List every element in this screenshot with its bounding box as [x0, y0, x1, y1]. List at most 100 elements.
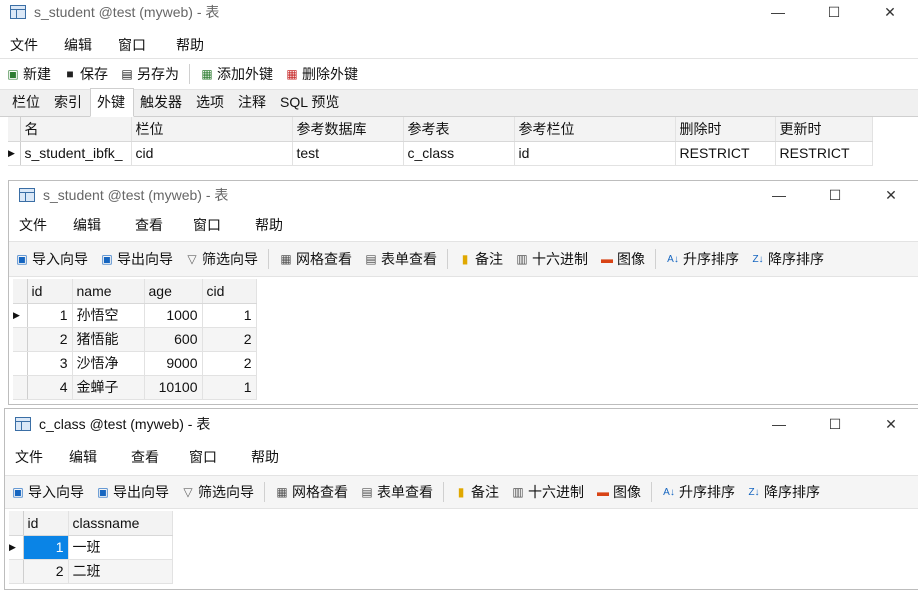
table-row[interactable]: 3 沙悟净 9000 2	[13, 351, 257, 376]
minimize-button[interactable]: —	[751, 181, 807, 209]
minimize-button[interactable]: —	[750, 0, 806, 24]
grid-view-button[interactable]: ▦ 网格查看	[269, 482, 354, 502]
sort-descending-button[interactable]: Z↓ 降序排序	[741, 482, 826, 502]
export-wizard-button[interactable]: ▣ 导出向导	[94, 249, 179, 269]
sort-descending-button[interactable]: Z↓ 降序排序	[745, 249, 830, 269]
table-row[interactable]: 2 猪悟能 600 2	[13, 327, 257, 352]
cell-name[interactable]: 孙悟空	[72, 303, 145, 328]
sort-ascending-button[interactable]: A↓ 升序排序	[660, 249, 745, 269]
hex-button[interactable]: ▥ 十六进制	[505, 482, 590, 502]
menu-window[interactable]: 窗口	[183, 215, 245, 235]
column-header-id[interactable]: id	[27, 279, 73, 304]
menu-view[interactable]: 查看	[125, 215, 183, 235]
table-cell[interactable]: test	[292, 141, 404, 166]
tab-triggers[interactable]: 触发器	[134, 89, 190, 116]
table-row[interactable]: ▶ 1 孙悟空 1000 1	[13, 303, 257, 328]
cell-age[interactable]: 9000	[144, 351, 203, 376]
filter-wizard-button[interactable]: ▽ 筛选向导	[175, 482, 260, 502]
column-header[interactable]: 名	[20, 117, 132, 142]
tab-fields[interactable]: 栏位	[0, 89, 48, 116]
cell-classname[interactable]: 二班	[68, 559, 173, 584]
column-header[interactable]: 参考栏位	[514, 117, 676, 142]
import-wizard-button[interactable]: ▣ 导入向导	[5, 482, 90, 502]
image-button[interactable]: ▬ 图像	[590, 482, 647, 502]
sort-ascending-button[interactable]: A↓ 升序排序	[656, 482, 741, 502]
column-header-id[interactable]: id	[23, 511, 69, 536]
cell-name[interactable]: 金蝉子	[72, 375, 145, 400]
menu-help[interactable]: 帮助	[166, 35, 220, 55]
menu-file[interactable]: 文件	[5, 447, 59, 467]
cell-age[interactable]: 10100	[144, 375, 203, 400]
cell-id[interactable]: 2	[27, 327, 73, 352]
close-button[interactable]: ✕	[862, 0, 918, 24]
form-view-button[interactable]: ▤ 表单查看	[354, 482, 439, 502]
menu-edit[interactable]: 编辑	[59, 447, 121, 467]
form-view-button[interactable]: ▤ 表单查看	[358, 249, 443, 269]
cell-cid[interactable]: 1	[202, 375, 257, 400]
maximize-button[interactable]: ☐	[807, 181, 863, 209]
grid-view-button[interactable]: ▦ 网格查看	[273, 249, 358, 269]
column-header[interactable]: 参考表	[403, 117, 515, 142]
column-header[interactable]: 删除时	[675, 117, 776, 142]
memo-button[interactable]: ▮ 备注	[448, 482, 505, 502]
cell-id[interactable]: 4	[27, 375, 73, 400]
menu-window[interactable]: 窗口	[108, 35, 166, 55]
column-header-age[interactable]: age	[144, 279, 203, 304]
maximize-button[interactable]: ☐	[807, 409, 863, 439]
menu-edit[interactable]: 编辑	[63, 215, 125, 235]
menu-view[interactable]: 查看	[121, 447, 179, 467]
table-cell[interactable]: s_student_ibfk_	[20, 141, 132, 166]
table-cell[interactable]: RESTRICT	[775, 141, 873, 166]
title-bar[interactable]: s_student @test (myweb) - 表 — ☐ ✕	[9, 181, 918, 209]
column-header-name[interactable]: name	[72, 279, 145, 304]
table-row[interactable]: 2 二班	[9, 559, 173, 584]
import-wizard-button[interactable]: ▣ 导入向导	[9, 249, 94, 269]
menu-file[interactable]: 文件	[0, 35, 54, 55]
tab-indexes[interactable]: 索引	[48, 89, 90, 116]
column-header[interactable]: 栏位	[131, 117, 293, 142]
column-header-classname[interactable]: classname	[68, 511, 173, 536]
menu-window[interactable]: 窗口	[179, 447, 241, 467]
table-cell[interactable]: cid	[131, 141, 293, 166]
title-bar[interactable]: c_class @test (myweb) - 表 — ☐ ✕	[5, 409, 918, 439]
tab-foreign-keys[interactable]: 外键	[90, 88, 134, 117]
table-cell[interactable]: id	[514, 141, 676, 166]
column-header-cid[interactable]: cid	[202, 279, 257, 304]
table-cell[interactable]: RESTRICT	[675, 141, 776, 166]
column-header[interactable]: 参考数据库	[292, 117, 404, 142]
close-button[interactable]: ✕	[863, 181, 918, 209]
new-button[interactable]: ▣ 新建	[0, 64, 57, 84]
table-row[interactable]: 4 金蝉子 10100 1	[13, 375, 257, 400]
menu-edit[interactable]: 编辑	[54, 35, 108, 55]
cell-cid[interactable]: 1	[202, 303, 257, 328]
table-row[interactable]: ▶ s_student_ibfk_ cid test c_class id RE…	[8, 141, 873, 166]
export-wizard-button[interactable]: ▣ 导出向导	[90, 482, 175, 502]
cell-id[interactable]: 2	[23, 559, 69, 584]
save-as-button[interactable]: ▤ 另存为	[114, 64, 185, 84]
cell-cid[interactable]: 2	[202, 327, 257, 352]
delete-foreign-key-button[interactable]: ▦ 删除外键	[279, 64, 364, 84]
menu-help[interactable]: 帮助	[245, 215, 299, 235]
cell-age[interactable]: 600	[144, 327, 203, 352]
tab-sql-preview[interactable]: SQL 预览	[274, 89, 347, 116]
title-bar[interactable]: s_student @test (myweb) - 表 — ☐ ✕	[0, 0, 918, 24]
minimize-button[interactable]: —	[751, 409, 807, 439]
column-header[interactable]: 更新时	[775, 117, 873, 142]
maximize-button[interactable]: ☐	[806, 0, 862, 24]
add-foreign-key-button[interactable]: ▦ 添加外键	[194, 64, 279, 84]
tab-comment[interactable]: 注释	[232, 89, 274, 116]
memo-button[interactable]: ▮ 备注	[452, 249, 509, 269]
cell-id[interactable]: 3	[27, 351, 73, 376]
cell-name[interactable]: 沙悟净	[72, 351, 145, 376]
cell-classname[interactable]: 一班	[68, 535, 173, 560]
cell-id[interactable]: 1	[27, 303, 73, 328]
cell-age[interactable]: 1000	[144, 303, 203, 328]
menu-help[interactable]: 帮助	[241, 447, 295, 467]
table-row[interactable]: ▶ 1 一班	[9, 535, 173, 560]
table-cell[interactable]: c_class	[403, 141, 515, 166]
image-button[interactable]: ▬ 图像	[594, 249, 651, 269]
menu-file[interactable]: 文件	[9, 215, 63, 235]
tab-options[interactable]: 选项	[190, 89, 232, 116]
cell-id[interactable]: 1	[23, 535, 69, 560]
cell-cid[interactable]: 2	[202, 351, 257, 376]
